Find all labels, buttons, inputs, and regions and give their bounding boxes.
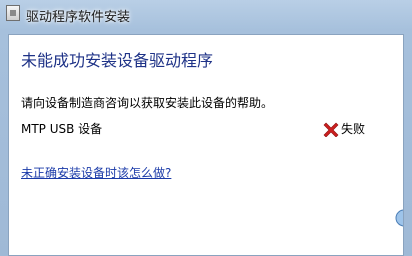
device-status: 失败 (323, 120, 365, 137)
main-heading: 未能成功安装设备驱动程序 (21, 51, 214, 70)
red-x-icon (323, 122, 339, 137)
status-label: 失败 (341, 122, 366, 136)
dialog-window: 驱动程序软件安装 未能成功安装设备驱动程序 请向设备制造商咨询以获取安装此设备的… (0, 0, 412, 256)
device-name: MTP USB 设备 (21, 122, 103, 136)
device-row: MTP USB 设备 失败 (21, 120, 391, 138)
help-link[interactable]: 未正确安装设备时该怎么做? (21, 164, 171, 181)
dialog-content: 未能成功安装设备驱动程序 请向设备制造商咨询以获取安装此设备的帮助。 MTP U… (8, 34, 404, 256)
window-title: 驱动程序软件安装 (26, 10, 131, 25)
partial-icon (395, 209, 403, 227)
driver-install-icon (6, 5, 20, 21)
description-text: 请向设备制造商咨询以获取安装此设备的帮助。 (21, 96, 274, 110)
title-bar[interactable]: 驱动程序软件安装 (0, 0, 412, 30)
